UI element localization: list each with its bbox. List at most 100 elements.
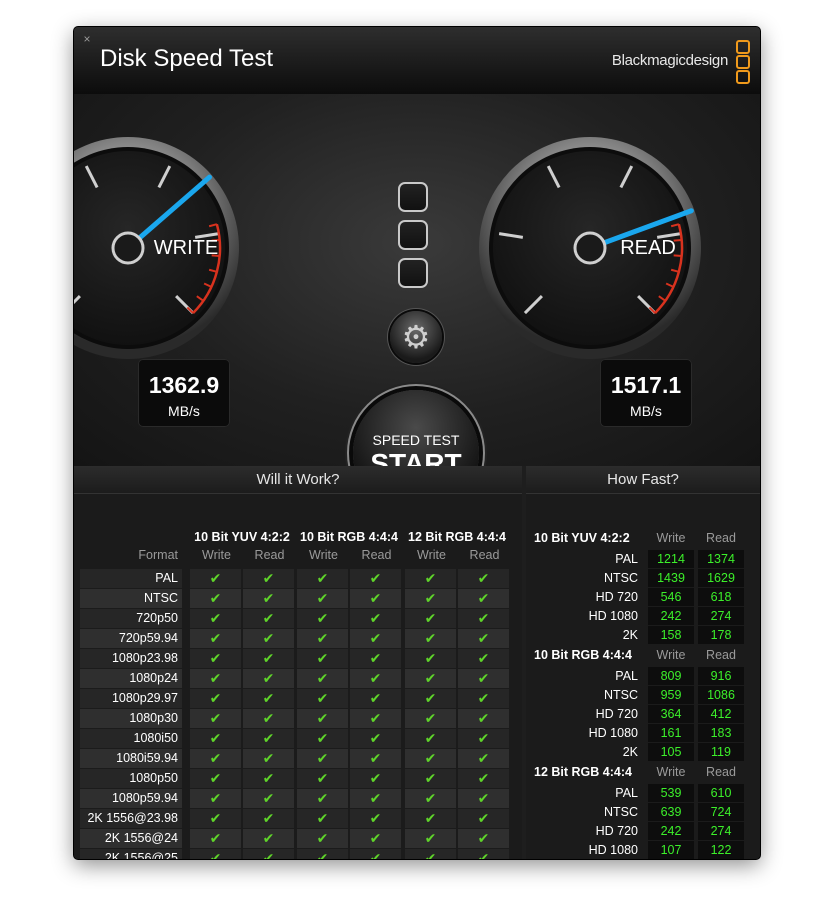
how-fast-row: PAL 809 916	[526, 667, 760, 685]
check-icon: ✔	[243, 689, 294, 708]
how-fast-format: HD 720	[595, 590, 638, 604]
how-fast-read-value: 916	[698, 667, 744, 685]
how-fast-row: NTSC 639 724	[526, 803, 760, 821]
read-unit: MB/s	[630, 403, 662, 419]
check-icon: ✔	[350, 629, 401, 648]
how-fast-read-value: 274	[698, 822, 744, 840]
how-fast-write-header: Write	[656, 648, 686, 662]
how-fast-read-value: 274	[698, 607, 744, 625]
check-icon: ✔	[190, 749, 241, 768]
check-icon: ✔	[350, 809, 401, 828]
drive-stack-icon[interactable]	[398, 182, 434, 296]
how-fast-row: HD 1080 242 274	[526, 607, 760, 625]
check-icon: ✔	[297, 749, 348, 768]
write-value-display: 1362.9 MB/s	[138, 359, 230, 427]
check-icon: ✔	[405, 769, 456, 788]
how-fast-write-value: 809	[648, 667, 694, 685]
format-row: 720p50 ✔ ✔ ✔ ✔ ✔ ✔	[80, 609, 510, 628]
format-name: 720p50	[80, 609, 182, 628]
how-fast-row: NTSC 959 1086	[526, 686, 760, 704]
check-icon: ✔	[297, 729, 348, 748]
check-icon: ✔	[458, 789, 509, 808]
check-icon: ✔	[458, 649, 509, 668]
will-it-work-panel: Will it Work? Format 10 Bit YUV 4:2:2 Wri…	[74, 466, 522, 859]
how-fast-read-header: Read	[706, 531, 736, 545]
how-fast-row: HD 720 546 618	[526, 588, 760, 606]
check-icon: ✔	[350, 729, 401, 748]
check-icon: ✔	[458, 689, 509, 708]
format-name: 1080p23.98	[80, 649, 182, 668]
check-icon: ✔	[458, 629, 509, 648]
how-fast-read-value: 1629	[698, 569, 744, 587]
how-fast-write-value: 539	[648, 784, 694, 802]
check-icon: ✔	[458, 609, 509, 628]
how-fast-read-header: Read	[706, 648, 736, 662]
how-fast-group-title: 10 Bit RGB 4:4:4	[534, 648, 632, 662]
how-fast-row: HD 1080 107 122	[526, 841, 760, 859]
check-icon: ✔	[243, 589, 294, 608]
check-icon: ✔	[297, 629, 348, 648]
how-fast-panel: How Fast? 10 Bit YUV 4:2:2 Write Read PAL 12…	[526, 466, 760, 859]
check-icon: ✔	[190, 809, 241, 828]
check-icon: ✔	[190, 829, 241, 848]
format-row: 1080p59.94 ✔ ✔ ✔ ✔ ✔ ✔	[80, 789, 510, 808]
will-group-header: 10 Bit YUV 4:2:2	[194, 530, 290, 544]
how-fast-format: PAL	[615, 786, 638, 800]
check-icon: ✔	[405, 789, 456, 808]
write-unit: MB/s	[168, 403, 200, 419]
how-fast-format: HD 1080	[588, 726, 638, 740]
how-fast-write-value: 1439	[648, 569, 694, 587]
how-fast-header: How Fast?	[526, 466, 760, 494]
format-row: 2K 1556@25 ✔ ✔ ✔ ✔ ✔ ✔	[80, 849, 510, 859]
check-icon: ✔	[190, 609, 241, 628]
check-icon: ✔	[243, 749, 294, 768]
check-icon: ✔	[243, 849, 294, 859]
how-fast-write-value: 242	[648, 607, 694, 625]
format-name: 720p59.94	[80, 629, 182, 648]
how-fast-row: NTSC 1439 1629	[526, 569, 760, 587]
how-fast-read-value: 122	[698, 841, 744, 859]
how-fast-write-value: 242	[648, 822, 694, 840]
check-icon: ✔	[190, 729, 241, 748]
how-fast-row: HD 720 242 274	[526, 822, 760, 840]
how-fast-format: NTSC	[603, 805, 638, 819]
app-title: Disk Speed Test	[100, 45, 273, 72]
check-icon: ✔	[297, 669, 348, 688]
format-row: 1080p29.97 ✔ ✔ ✔ ✔ ✔ ✔	[80, 689, 510, 708]
how-fast-write-value: 546	[648, 588, 694, 606]
how-fast-read-value: 1374	[698, 550, 744, 568]
check-icon: ✔	[190, 569, 241, 588]
check-icon: ✔	[350, 749, 401, 768]
format-name: 2K 1556@25	[80, 849, 182, 859]
how-fast-write-value: 105	[648, 743, 694, 761]
will-read-header: Read	[254, 548, 285, 562]
check-icon: ✔	[243, 609, 294, 628]
read-value-display: 1517.1 MB/s	[600, 359, 692, 427]
how-fast-write-value: 107	[648, 841, 694, 859]
how-fast-format: PAL	[615, 669, 638, 683]
how-fast-format: HD 1080	[588, 843, 638, 857]
close-button[interactable]: ×	[81, 33, 93, 45]
check-icon: ✔	[350, 569, 401, 588]
settings-button[interactable]: ⚙	[390, 311, 442, 363]
check-icon: ✔	[243, 809, 294, 828]
check-icon: ✔	[243, 569, 294, 588]
check-icon: ✔	[458, 729, 509, 748]
check-icon: ✔	[190, 649, 241, 668]
check-icon: ✔	[458, 669, 509, 688]
how-fast-format: HD 720	[595, 824, 638, 838]
format-name: 2K 1556@24	[80, 829, 182, 848]
how-fast-read-value: 618	[698, 588, 744, 606]
how-fast-row: HD 720 364 412	[526, 705, 760, 723]
check-icon: ✔	[458, 809, 509, 828]
will-write-header: Write	[202, 548, 231, 562]
check-icon: ✔	[297, 609, 348, 628]
how-fast-row: HD 1080 161 183	[526, 724, 760, 742]
check-icon: ✔	[297, 769, 348, 788]
check-icon: ✔	[405, 689, 456, 708]
how-fast-read-value: 178	[698, 626, 744, 644]
format-row: 1080p30 ✔ ✔ ✔ ✔ ✔ ✔	[80, 709, 510, 728]
check-icon: ✔	[405, 709, 456, 728]
format-row: 1080p23.98 ✔ ✔ ✔ ✔ ✔ ✔	[80, 649, 510, 668]
check-icon: ✔	[190, 789, 241, 808]
